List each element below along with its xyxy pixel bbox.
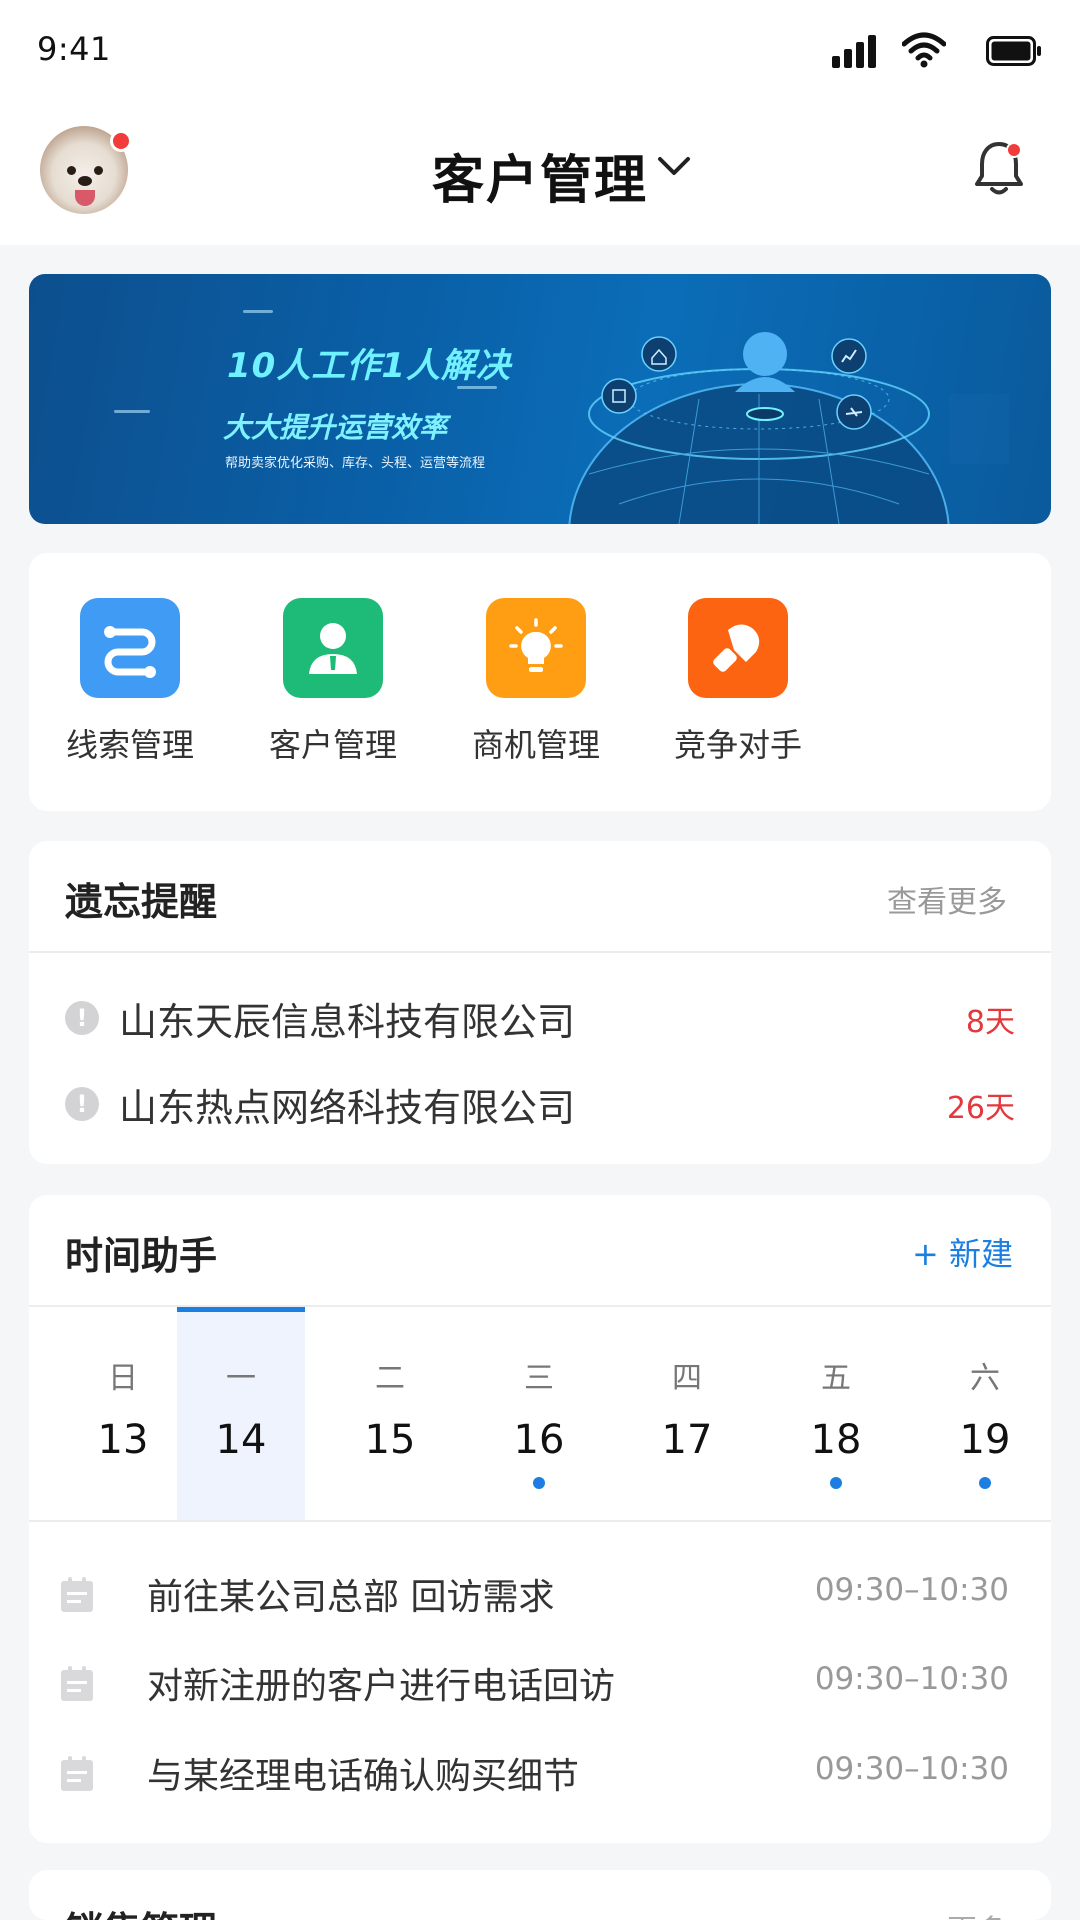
quick-action-leads[interactable]: 线索管理	[55, 598, 205, 766]
calendar-date: 18	[810, 1417, 862, 1463]
quick-action-competitors[interactable]: 竞争对手	[663, 598, 813, 766]
divider	[29, 1520, 1051, 1522]
task-title: 前往某公司总部 回访需求	[147, 1577, 555, 1618]
status-time: 9:41	[37, 30, 111, 68]
task-time: 09:30–10:30	[814, 1661, 1009, 1697]
task-time: 09:30–10:30	[814, 1751, 1009, 1787]
wifi-icon	[902, 32, 946, 68]
lightbulb-icon	[486, 598, 586, 698]
boxing-glove-icon	[688, 598, 788, 698]
calendar-weekday: 日	[108, 1361, 138, 1396]
reminder-company: 山东热点网络科技有限公司	[119, 1086, 576, 1130]
event-indicator-dot	[830, 1477, 842, 1489]
quick-action-label: 线索管理	[65, 726, 194, 764]
calendar-weekday: 五	[821, 1361, 851, 1396]
quick-actions-card: 线索管理 客户管理 商机管理 竞争对手	[29, 553, 1051, 811]
sales-more-link[interactable]: 更多	[947, 1906, 1007, 1920]
calendar-day-sun[interactable]: 日 13	[59, 1307, 187, 1521]
banner-headline: 10人工作1人解决	[227, 346, 511, 386]
banner-caption: 帮助卖家优化采购、库存、头程、运营等流程	[225, 456, 486, 471]
alert-icon: !	[65, 1001, 99, 1035]
reminder-days: 8天	[965, 1005, 1015, 1040]
reminder-card: 遗忘提醒 查看更多 ! 山东天辰信息科技有限公司 8天 ! 山东热点网络科技有限…	[29, 841, 1051, 1164]
calendar-note-icon	[61, 1666, 93, 1701]
divider	[29, 951, 1051, 953]
calendar-date: 19	[959, 1417, 1011, 1463]
sales-title: 销售管理	[65, 1900, 217, 1920]
route-icon	[80, 598, 180, 698]
calendar-day-fri[interactable]: 五 18	[772, 1307, 900, 1521]
reminder-title: 遗忘提醒	[65, 880, 218, 924]
chevron-down-icon[interactable]	[656, 155, 692, 179]
reminder-days: 26天	[946, 1091, 1015, 1126]
task-time: 09:30–10:30	[814, 1572, 1009, 1608]
page-title[interactable]: 客户管理	[0, 138, 1080, 213]
time-assistant-title: 时间助手	[65, 1234, 218, 1278]
page-title-text: 客户管理	[431, 151, 648, 211]
notification-badge	[1006, 142, 1022, 158]
sales-card: 销售管理 更多	[29, 1870, 1051, 1920]
task-title: 对新注册的客户进行电话回访	[147, 1666, 616, 1707]
calendar-date: 13	[97, 1417, 149, 1463]
calendar-date: 16	[513, 1417, 565, 1463]
task-item[interactable]: 与某经理电话确认购买细节 09:30–10:30	[59, 1747, 1029, 1797]
status-bar: 9:41	[0, 0, 1080, 100]
calendar-day-wed[interactable]: 三 16	[475, 1307, 603, 1521]
quick-action-customers[interactable]: 客户管理	[258, 598, 408, 766]
reminder-company: 山东天辰信息科技有限公司	[119, 1000, 576, 1044]
person-icon	[283, 598, 383, 698]
promo-banner[interactable]: 10人工作1人解决 大大提升运营效率 帮助卖家优化采购、库存、头程、运营等流程	[29, 274, 1051, 524]
reminder-item[interactable]: ! 山东天辰信息科技有限公司 8天	[65, 991, 1015, 1044]
banner-subheadline: 大大提升运营效率	[223, 411, 448, 444]
calendar-day-tue[interactable]: 二 15	[326, 1307, 454, 1521]
calendar-note-icon	[61, 1756, 93, 1791]
view-more-link[interactable]: 查看更多	[887, 877, 1007, 921]
calendar-date: 14	[215, 1417, 267, 1463]
calendar-day-mon[interactable]: 一 14	[177, 1307, 305, 1521]
avatar-badge	[110, 130, 132, 152]
task-item[interactable]: 对新注册的客户进行电话回访 09:30–10:30	[59, 1657, 1029, 1707]
time-assistant-card: 时间助手 + 新建 日 13 一 14 二 15 三 16 四 17 五 18 …	[29, 1195, 1051, 1843]
reminder-item[interactable]: ! 山东热点网络科技有限公司 26天	[65, 1077, 1015, 1130]
calendar-weekday: 三	[524, 1361, 554, 1396]
calendar-weekday: 四	[672, 1361, 702, 1396]
calendar-note-icon	[61, 1577, 93, 1612]
status-icons	[822, 32, 1042, 68]
event-indicator-dot	[979, 1477, 991, 1489]
quick-action-label: 商机管理	[471, 726, 600, 764]
quick-action-label: 客户管理	[268, 726, 397, 764]
task-item[interactable]: 前往某公司总部 回访需求 09:30–10:30	[59, 1568, 1029, 1618]
calendar-day-sat[interactable]: 六 19	[921, 1307, 1049, 1521]
quick-action-label: 竞争对手	[673, 726, 802, 764]
event-indicator-dot	[533, 1477, 545, 1489]
globe-illustration	[568, 332, 1009, 524]
calendar-day-thu[interactable]: 四 17	[623, 1307, 751, 1521]
quick-action-opportunities[interactable]: 商机管理	[461, 598, 611, 766]
battery-icon	[986, 36, 1041, 66]
alert-icon: !	[65, 1087, 99, 1121]
calendar-weekday: 一	[226, 1361, 256, 1396]
calendar-date: 15	[364, 1417, 416, 1463]
calendar-date: 17	[661, 1417, 713, 1463]
task-title: 与某经理电话确认购买细节	[147, 1756, 580, 1797]
app-header: 客户管理	[0, 100, 1080, 245]
calendar-weekday: 六	[970, 1361, 1000, 1396]
new-event-button[interactable]: + 新建	[912, 1229, 1013, 1275]
signal-icon	[832, 34, 876, 68]
calendar-weekday: 二	[375, 1361, 405, 1396]
